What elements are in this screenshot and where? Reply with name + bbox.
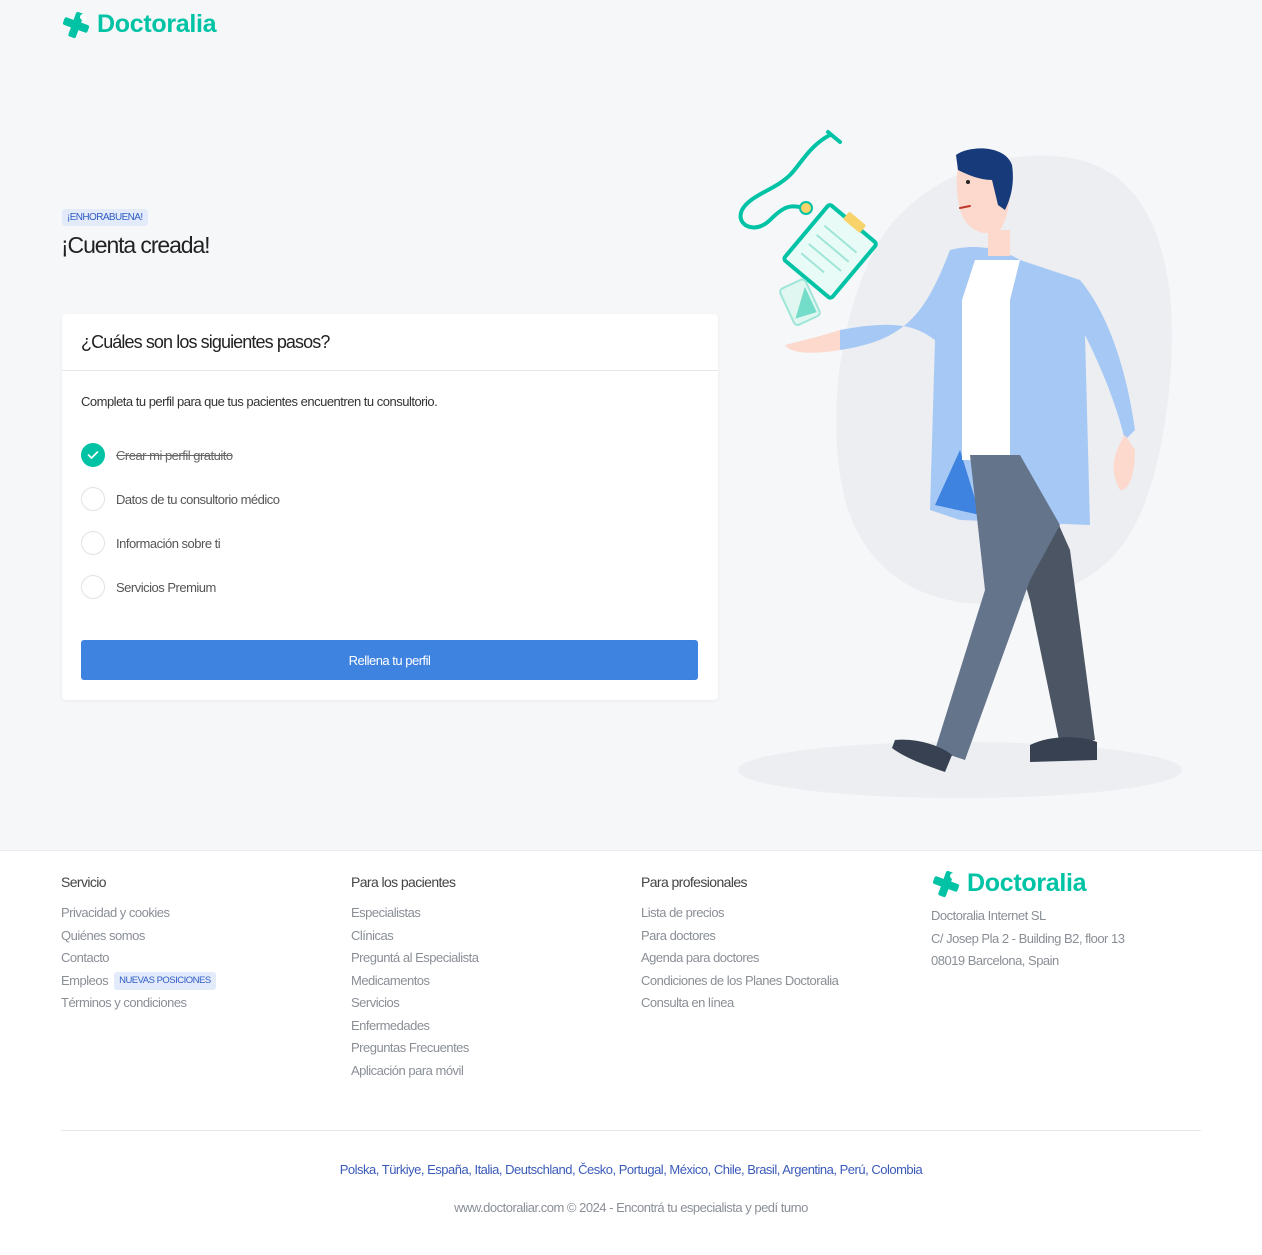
doctor-illustration-icon — [738, 130, 1182, 798]
footer-logo[interactable]: Doctoralia — [931, 869, 1087, 898]
footer-link[interactable]: Contacto — [61, 949, 216, 972]
footer-link[interactable]: Clínicas — [351, 927, 478, 950]
logo-text: Doctoralia — [967, 869, 1087, 897]
main-section: Doctoralia ¡ENHORABUENA! ¡Cuenta creada!… — [0, 0, 1262, 851]
country-link[interactable]: Brasil — [747, 1162, 777, 1177]
footer-col-title: Servicio — [61, 874, 107, 890]
country-link[interactable]: Deutschland — [505, 1162, 572, 1177]
country-link[interactable]: Česko — [578, 1162, 613, 1177]
card-title: ¿Cuáles son los siguientes pasos? — [62, 314, 718, 371]
footer-col-service: Servicio Privacidad y cookies Quiénes so… — [61, 874, 216, 1017]
logo-text: Doctoralia — [97, 10, 217, 38]
copyright-text: www.doctoraliar.com © 2024 - Encontrá tu… — [454, 1200, 808, 1215]
footer-col-professionals: Para profesionales Lista de precios Para… — [641, 874, 839, 1017]
footer-col-title: Para los pacientes — [351, 874, 456, 890]
footer-divider — [61, 1130, 1201, 1131]
empty-circle-icon — [81, 487, 105, 511]
footer-link[interactable]: Consulta en línea — [641, 994, 838, 1017]
fill-profile-button[interactable]: Rellena tu perfil — [81, 640, 698, 680]
footer-col-patients: Para los pacientes Especialistas Clínica… — [351, 874, 479, 1085]
footer-link[interactable]: Lista de precios — [641, 904, 838, 927]
step-label: Información sobre ti — [116, 535, 221, 551]
country-link[interactable]: Italia — [474, 1162, 499, 1177]
footer-link[interactable]: Servicios — [351, 994, 478, 1017]
check-icon — [81, 443, 105, 467]
country-link[interactable]: México — [669, 1162, 708, 1177]
step-item: Crear mi perfil gratuito — [81, 443, 701, 467]
step-label: Servicios Premium — [116, 579, 216, 595]
step-item: Servicios Premium — [81, 575, 701, 599]
step-item: Información sobre ti — [81, 531, 701, 555]
country-link[interactable]: Türkiye — [382, 1162, 422, 1177]
header-logo[interactable]: Doctoralia — [61, 10, 217, 39]
country-link[interactable]: Perú — [840, 1162, 866, 1177]
card-intro: Completa tu perfil para que tus paciente… — [81, 394, 438, 409]
footer-link[interactable]: Especialistas — [351, 904, 478, 927]
company-city: 08019 Barcelona, Spain — [931, 953, 1059, 968]
steps-list: Crear mi perfil gratuito Datos de tu con… — [81, 443, 701, 619]
country-link[interactable]: España — [427, 1162, 469, 1177]
footer-link[interactable]: Quiénes somos — [61, 927, 216, 950]
country-link[interactable]: Chile — [714, 1162, 742, 1177]
footer-link[interactable]: Para doctores — [641, 927, 838, 950]
doctoralia-logo-icon — [62, 11, 90, 38]
company-street: C/ Josep Pla 2 - Building B2, floor 13 — [931, 930, 1125, 946]
footer-link[interactable]: Agenda para doctores — [641, 949, 838, 972]
footer-link[interactable]: Preguntas Frecuentes — [351, 1039, 478, 1062]
empty-circle-icon — [81, 575, 105, 599]
empty-circle-icon — [81, 531, 105, 555]
footer-link[interactable]: Privacidad y cookies — [61, 904, 216, 927]
country-links: Polska, Türkiye, España, Italia, Deutsch… — [339, 1162, 923, 1177]
doctoralia-logo-icon — [932, 870, 960, 897]
country-link[interactable]: Colombia — [871, 1162, 922, 1177]
step-label: Datos de tu consultorio médico — [116, 491, 280, 507]
footer-link[interactable]: Condiciones de los Planes Doctoralia — [641, 972, 839, 995]
footer-link[interactable]: Aplicación para móvil — [351, 1062, 478, 1085]
next-steps-card: ¿Cuáles son los siguientes pasos? Comple… — [62, 314, 718, 700]
footer-link[interactable]: Preguntá al Especialista — [351, 949, 479, 972]
step-item: Datos de tu consultorio médico — [81, 487, 701, 511]
country-link[interactable]: Portugal — [619, 1162, 664, 1177]
country-link[interactable]: Polska — [340, 1162, 377, 1177]
footer-link[interactable]: Medicamentos — [351, 972, 478, 995]
country-link[interactable]: Argentina — [782, 1162, 834, 1177]
footer-col-title: Para profesionales — [641, 874, 748, 890]
company-address: Doctoralia Internet SL C/ Josep Pla 2 - … — [931, 907, 1125, 975]
footer-link[interactable]: Términos y condiciones — [61, 994, 216, 1017]
footer-link[interactable]: Empleos NUEVAS POSICIONES — [61, 971, 216, 995]
new-positions-badge[interactable]: NUEVAS POSICIONES — [114, 971, 216, 990]
footer-link[interactable]: Enfermedades — [351, 1017, 478, 1040]
company-name: Doctoralia Internet SL — [931, 908, 1046, 923]
page-title: ¡Cuenta creada! — [61, 232, 211, 258]
congrats-badge: ¡ENHORABUENA! — [62, 209, 148, 226]
step-label: Crear mi perfil gratuito — [116, 447, 233, 463]
